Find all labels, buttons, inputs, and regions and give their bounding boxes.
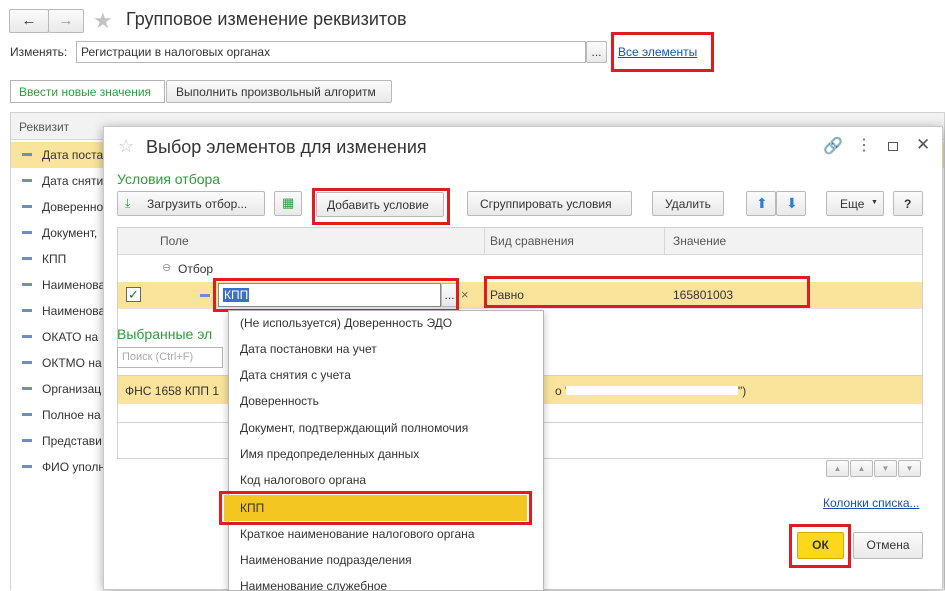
- ok-button[interactable]: ОК: [797, 532, 844, 559]
- scroll-up-button[interactable]: ▲: [850, 460, 873, 477]
- comparison-value[interactable]: Равно: [490, 288, 524, 302]
- maximize-icon[interactable]: [888, 142, 898, 151]
- scroll-top-button[interactable]: ▲: [826, 460, 849, 477]
- change-label: Изменять:: [10, 45, 68, 59]
- search-input[interactable]: Поиск (Ctrl+F): [117, 347, 223, 368]
- link-icon[interactable]: 🔗: [823, 136, 843, 156]
- tab-new-values[interactable]: Ввести новые значения: [10, 80, 165, 103]
- more-menu-icon[interactable]: ⋮: [856, 135, 872, 155]
- column-value[interactable]: Значение: [673, 234, 726, 248]
- forward-button[interactable]: →: [48, 9, 84, 33]
- more-button[interactable]: Еще ▼: [826, 191, 884, 216]
- change-field[interactable]: Регистрации в налоговых органах: [76, 41, 586, 63]
- field-icon: [22, 309, 32, 312]
- save-filter-button[interactable]: ▦: [274, 191, 302, 216]
- tab-custom-algorithm[interactable]: Выполнить произвольный алгоритм: [166, 80, 392, 103]
- load-filter-button[interactable]: ⤓ Загрузить отбор...: [117, 191, 265, 216]
- close-icon[interactable]: ✕: [916, 135, 930, 155]
- condition-value[interactable]: 165801003: [673, 288, 733, 302]
- arrow-down-icon: ⬇: [786, 195, 798, 211]
- group-row[interactable]: ⊖ Отбор: [118, 256, 922, 282]
- move-down-button[interactable]: ⬇: [776, 191, 806, 216]
- column-field[interactable]: Поле: [160, 234, 189, 248]
- back-button[interactable]: ←: [9, 9, 49, 33]
- condition-checkbox[interactable]: ✓: [126, 287, 141, 302]
- dropdown-item[interactable]: Имя предопределенных данных: [240, 441, 419, 467]
- field-icon: [22, 361, 32, 364]
- arrow-up-icon: ⬆: [756, 195, 768, 211]
- selected-section-title: Выбранные эл: [117, 326, 213, 342]
- scroll-down-icon: ▼: [881, 464, 890, 473]
- dropdown-item[interactable]: (Не используется) Доверенность ЭДО: [240, 310, 452, 336]
- dropdown-item[interactable]: Доверенность: [240, 388, 319, 414]
- change-select-button[interactable]: ...: [586, 41, 607, 63]
- field-input[interactable]: КПП: [218, 283, 441, 307]
- field-icon: [22, 439, 32, 442]
- field-icon: [22, 413, 32, 416]
- chevron-down-icon: ▼: [871, 199, 878, 206]
- field-icon: [22, 283, 32, 286]
- move-up-button[interactable]: ⬆: [746, 191, 776, 216]
- filter-grid-header: Поле Вид сравнения Значение: [118, 228, 922, 255]
- add-condition-button[interactable]: Добавить условие: [316, 192, 444, 217]
- favorite-star-icon[interactable]: ★: [93, 8, 113, 34]
- column-comparison[interactable]: Вид сравнения: [490, 234, 574, 248]
- field-icon: [200, 294, 210, 297]
- field-icon: [22, 257, 32, 260]
- list-columns-link[interactable]: Колонки списка...: [823, 496, 920, 510]
- field-clear-icon[interactable]: ×: [461, 287, 469, 302]
- scroll-top-icon: ▲: [833, 464, 842, 473]
- dropdown-item-selected[interactable]: [224, 495, 527, 521]
- field-icon: [22, 179, 32, 182]
- all-elements-link[interactable]: Все элементы: [618, 45, 697, 59]
- dropdown-item[interactable]: Наименование служебное: [240, 573, 387, 591]
- dropdown-item[interactable]: Краткое наименование налогового органа: [240, 521, 475, 547]
- dropdown-item[interactable]: Дата снятия с учета: [240, 362, 351, 388]
- scroll-up-icon: ▲: [857, 464, 866, 473]
- field-select-button[interactable]: ...: [441, 283, 458, 307]
- scroll-down-button[interactable]: ▼: [874, 460, 897, 477]
- scroll-bottom-icon: ▼: [905, 464, 914, 473]
- dialog-star-icon[interactable]: ☆: [118, 136, 134, 157]
- field-icon: [22, 387, 32, 390]
- dropdown-item[interactable]: Документ, подтверждающий полномочия: [240, 415, 468, 441]
- load-icon: ⤓: [125, 196, 131, 210]
- collapse-icon[interactable]: ⊖: [162, 261, 171, 274]
- dropdown-item[interactable]: Код налогового органа: [240, 467, 366, 493]
- field-icon: [22, 465, 32, 468]
- scroll-bottom-button[interactable]: ▼: [898, 460, 921, 477]
- cancel-button[interactable]: Отмена: [853, 532, 923, 559]
- dropdown-item-label: КПП: [240, 501, 265, 515]
- save-filter-icon: ▦: [282, 195, 295, 210]
- delete-button[interactable]: Удалить: [652, 191, 724, 216]
- filter-section-title: Условия отбора: [117, 171, 221, 187]
- dropdown-item[interactable]: Дата постановки на учет: [240, 336, 377, 362]
- field-icon: [22, 231, 32, 234]
- arrow-left-icon: ←: [21, 12, 37, 29]
- window-title: Групповое изменение реквизитов: [126, 9, 407, 29]
- field-icon: [22, 153, 32, 156]
- redacted-block: [566, 386, 738, 395]
- arrow-right-icon: →: [58, 12, 74, 29]
- help-button[interactable]: ?: [893, 191, 923, 216]
- dropdown-item[interactable]: Наименование подразделения: [240, 547, 412, 573]
- dialog-title: Выбор элементов для изменения: [146, 137, 427, 157]
- group-conditions-button[interactable]: Сгруппировать условия: [467, 191, 632, 216]
- field-icon: [22, 335, 32, 338]
- field-icon: [22, 205, 32, 208]
